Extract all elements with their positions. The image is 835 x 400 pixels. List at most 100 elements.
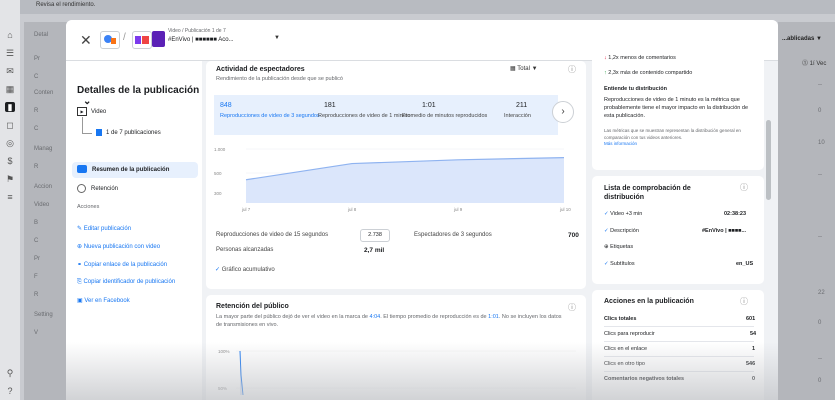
metrics-strip: 848 Reproducciones de video de 3 segundos… bbox=[214, 95, 558, 135]
bg-label: C bbox=[34, 238, 39, 244]
flag-icon[interactable]: ⚑ bbox=[5, 174, 15, 184]
calendar-icon[interactable]: ▦ bbox=[5, 84, 15, 94]
post-title: #EnVivo | ■■■■■■ Aco... bbox=[168, 37, 234, 43]
info-icon[interactable]: ⓘ bbox=[568, 302, 576, 313]
divider-slash: / bbox=[123, 32, 126, 43]
row-value: 601 bbox=[746, 316, 756, 322]
menu-icon[interactable]: ≡ bbox=[5, 192, 15, 202]
x-tick-label: jul 7 bbox=[241, 207, 251, 212]
summary-icon bbox=[77, 165, 87, 174]
action-copy-id[interactable]: ⎘ Copiar identificador de publicación bbox=[77, 279, 175, 286]
home-icon[interactable]: ⌂ bbox=[5, 30, 15, 40]
action-edit-post[interactable]: ✎ Editar publicación bbox=[77, 225, 131, 232]
bg-label: R bbox=[34, 164, 39, 170]
monetization-icon[interactable]: $ bbox=[5, 156, 15, 166]
next-metrics-button[interactable]: › bbox=[552, 101, 574, 123]
details-sidebar: Detalles de la publicación ⌄ ▶ Video 1 de… bbox=[66, 61, 202, 400]
bg-label: Pr bbox=[34, 56, 40, 62]
row-label: Clics en otro tipo bbox=[604, 361, 645, 367]
card-title: Actividad de espectadores bbox=[216, 66, 305, 73]
video-icon: ▶ bbox=[77, 107, 87, 116]
close-icon[interactable]: ✕ bbox=[80, 32, 92, 49]
bg-label: Manag bbox=[34, 146, 53, 152]
top-strip: Revisa el rendimiento. bbox=[20, 0, 835, 14]
understand-text: Reproducciones de video de 1 minuto es l… bbox=[604, 97, 748, 119]
search-icon[interactable]: ⚲ bbox=[5, 368, 15, 378]
bg-label: F bbox=[34, 274, 38, 280]
app-left-nav: ⌂ ☰ ✉ ▦ ▮ ◻ ◎ $ ⚑ ≡ ⚲ ? bbox=[0, 0, 20, 400]
action-view-facebook[interactable]: ▣ Ver en Facebook bbox=[77, 297, 130, 304]
insights-icon[interactable]: ▮ bbox=[5, 102, 15, 112]
bg-label: V bbox=[34, 330, 39, 336]
post-type: ▶ Video bbox=[77, 107, 106, 116]
info-icon[interactable]: ⓘ bbox=[740, 182, 748, 193]
viewers3-label: Espectadores de 3 segundos bbox=[414, 232, 492, 238]
nav-retention[interactable]: Retención bbox=[72, 181, 198, 197]
bg-col-header2: ⓵ 1í Vec bbox=[802, 61, 827, 67]
more-info-link[interactable]: Más información bbox=[604, 141, 637, 146]
chevron-down-icon[interactable]: ⌄ bbox=[83, 96, 91, 107]
action-copy-link[interactable]: ⚭ Copiar enlace de la publicación bbox=[77, 261, 167, 268]
viewers3-value: 700 bbox=[568, 232, 579, 239]
content-icon[interactable]: ◻ bbox=[5, 120, 15, 130]
retention-y-tick: 50% bbox=[218, 386, 227, 391]
bg-value: 10 bbox=[818, 140, 825, 146]
row-value: 1 bbox=[752, 346, 756, 352]
views15-value: 2.738 bbox=[360, 229, 390, 242]
info-icon[interactable]: ⓘ bbox=[568, 64, 576, 75]
retention-chart: 100% 50% bbox=[218, 349, 576, 395]
pages-icon[interactable]: ☰ bbox=[5, 48, 15, 58]
x-tick-label: jul 10 bbox=[559, 207, 571, 212]
card-title: Acciones en la publicación bbox=[604, 298, 694, 305]
y-tick-label: 300 bbox=[214, 191, 222, 196]
chevron-down-icon[interactable]: ▼ bbox=[274, 35, 280, 41]
card-title: Lista de comprobación de distribución bbox=[604, 185, 691, 201]
bg-value: 0 bbox=[818, 108, 822, 114]
y-tick-label: 1.000 bbox=[214, 147, 226, 152]
insight-shares: ↑ 2,3x más de contenido compartido bbox=[604, 70, 693, 76]
insight-comments: ↓ 1,2x menos de comentarios bbox=[604, 55, 676, 61]
cumulative-toggle[interactable]: ✓ Gráfico acumulativo bbox=[215, 266, 275, 273]
action-new-video-post[interactable]: ⊕ Nueva publicación con video bbox=[77, 243, 160, 250]
bg-label: C bbox=[34, 126, 39, 132]
bg-col-header[interactable]: ...ablicadas ▼ bbox=[782, 36, 822, 42]
checklist-value: en_US bbox=[736, 261, 754, 267]
ads-icon[interactable]: ◎ bbox=[5, 138, 15, 148]
scrollbar[interactable] bbox=[766, 120, 771, 200]
page-name: Video / Publicación 1 de 7 bbox=[168, 28, 226, 34]
bg-value: 22 bbox=[818, 290, 825, 296]
info-icon[interactable]: ⓘ bbox=[740, 296, 748, 307]
checklist-item: ⊕ Etiquetas bbox=[604, 244, 634, 250]
video-thumbnail[interactable] bbox=[152, 31, 165, 47]
bg-right-column: ...ablicadas ▼ ⓵ 1í Vec -- 0 10 -- -- 22… bbox=[778, 22, 835, 400]
x-tick-label: jul 9 bbox=[453, 207, 463, 212]
details-title[interactable]: Detalles de la publicación ⌄ bbox=[77, 85, 202, 107]
bg-value: -- bbox=[818, 172, 822, 178]
bg-label: Setting bbox=[34, 312, 53, 318]
card-title: Retención del público bbox=[216, 303, 289, 310]
bg-value: -- bbox=[818, 234, 822, 240]
row-value: 546 bbox=[746, 361, 756, 367]
insights-card: ↓ 1,2x menos de comentarios ↑ 2,3x más d… bbox=[592, 50, 764, 170]
audience-retention-card: Retención del público ⓘ La mayor parte d… bbox=[206, 295, 586, 400]
post-actions-card: Acciones en la publicación ⓘ Clics total… bbox=[592, 290, 764, 400]
reach-label: Personas alcanzadas bbox=[216, 247, 274, 253]
checklist-value: #EnVivo | ■■■■... bbox=[702, 228, 747, 234]
retention-y-tick: 100% bbox=[218, 349, 230, 354]
y-tick-label: 500 bbox=[214, 171, 222, 176]
area-fill bbox=[246, 157, 564, 203]
row-value: 54 bbox=[750, 331, 757, 337]
post-details-modal: ✕ / Video / Publicación 1 de 7 #EnVivo |… bbox=[66, 20, 778, 400]
row-value: 0 bbox=[752, 376, 756, 382]
total-dropdown[interactable]: ▦ Total ▼ bbox=[510, 65, 538, 72]
checklist-item: ✓ Video +3 min bbox=[604, 211, 643, 217]
retention-description: La mayor parte del público dejó de ver e… bbox=[216, 314, 562, 328]
help-icon[interactable]: ? bbox=[5, 386, 15, 396]
checklist-value: 02:38:23 bbox=[724, 211, 747, 217]
bg-label: Video bbox=[34, 202, 50, 208]
messages-icon[interactable]: ✉ bbox=[5, 66, 15, 76]
reach-value: 2,7 mil bbox=[364, 247, 385, 254]
understand-title: Entiende tu distribución bbox=[604, 86, 667, 92]
nav-post-summary[interactable]: Resumen de la publicación bbox=[72, 162, 198, 178]
distribution-note: Las métricas que se muestran representan… bbox=[604, 128, 741, 140]
